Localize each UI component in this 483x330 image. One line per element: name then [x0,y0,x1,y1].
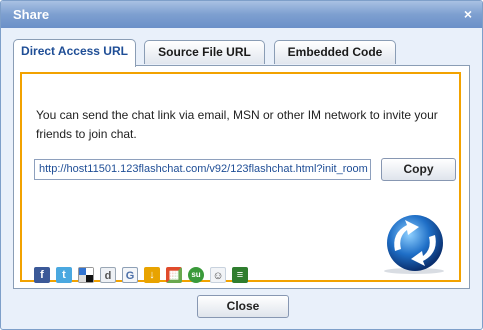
facebook-icon[interactable]: f [34,267,50,283]
tab-panel: You can send the chat link via email, MS… [13,65,470,289]
invite-message: You can send the chat link via email, MS… [36,108,438,141]
share-globe-logo [377,211,451,275]
close-icon[interactable]: × [460,6,476,22]
delicious-icon[interactable] [78,267,94,283]
reddit-icon[interactable]: ☺ [210,267,226,283]
stumbleupon-icon[interactable]: su [188,267,204,283]
windows-live-icon[interactable]: ▦ [166,267,182,283]
share-dialog: Share × Direct Access URL Source File UR… [0,0,483,330]
tab-direct-access-url[interactable]: Direct Access URL [13,39,136,67]
dialog-title: Share [13,7,50,22]
download-icon[interactable]: ↓ [144,267,160,283]
technorati-icon[interactable]: ≡ [232,267,248,283]
tab-embedded-code[interactable]: Embedded Code [274,40,396,64]
close-button[interactable]: Close [197,295,289,318]
title-bar[interactable]: Share × [1,1,482,28]
google-bookmarks-icon[interactable]: G [122,267,138,283]
content-frame: You can send the chat link via email, MS… [20,72,461,283]
chat-url-field[interactable]: http://host11501.123flashchat.com/v92/12… [34,159,371,180]
copy-button[interactable]: Copy [381,158,456,181]
digg-icon[interactable]: d [100,267,116,283]
twitter-icon[interactable]: t [56,267,72,283]
tab-source-file-url[interactable]: Source File URL [144,40,265,64]
